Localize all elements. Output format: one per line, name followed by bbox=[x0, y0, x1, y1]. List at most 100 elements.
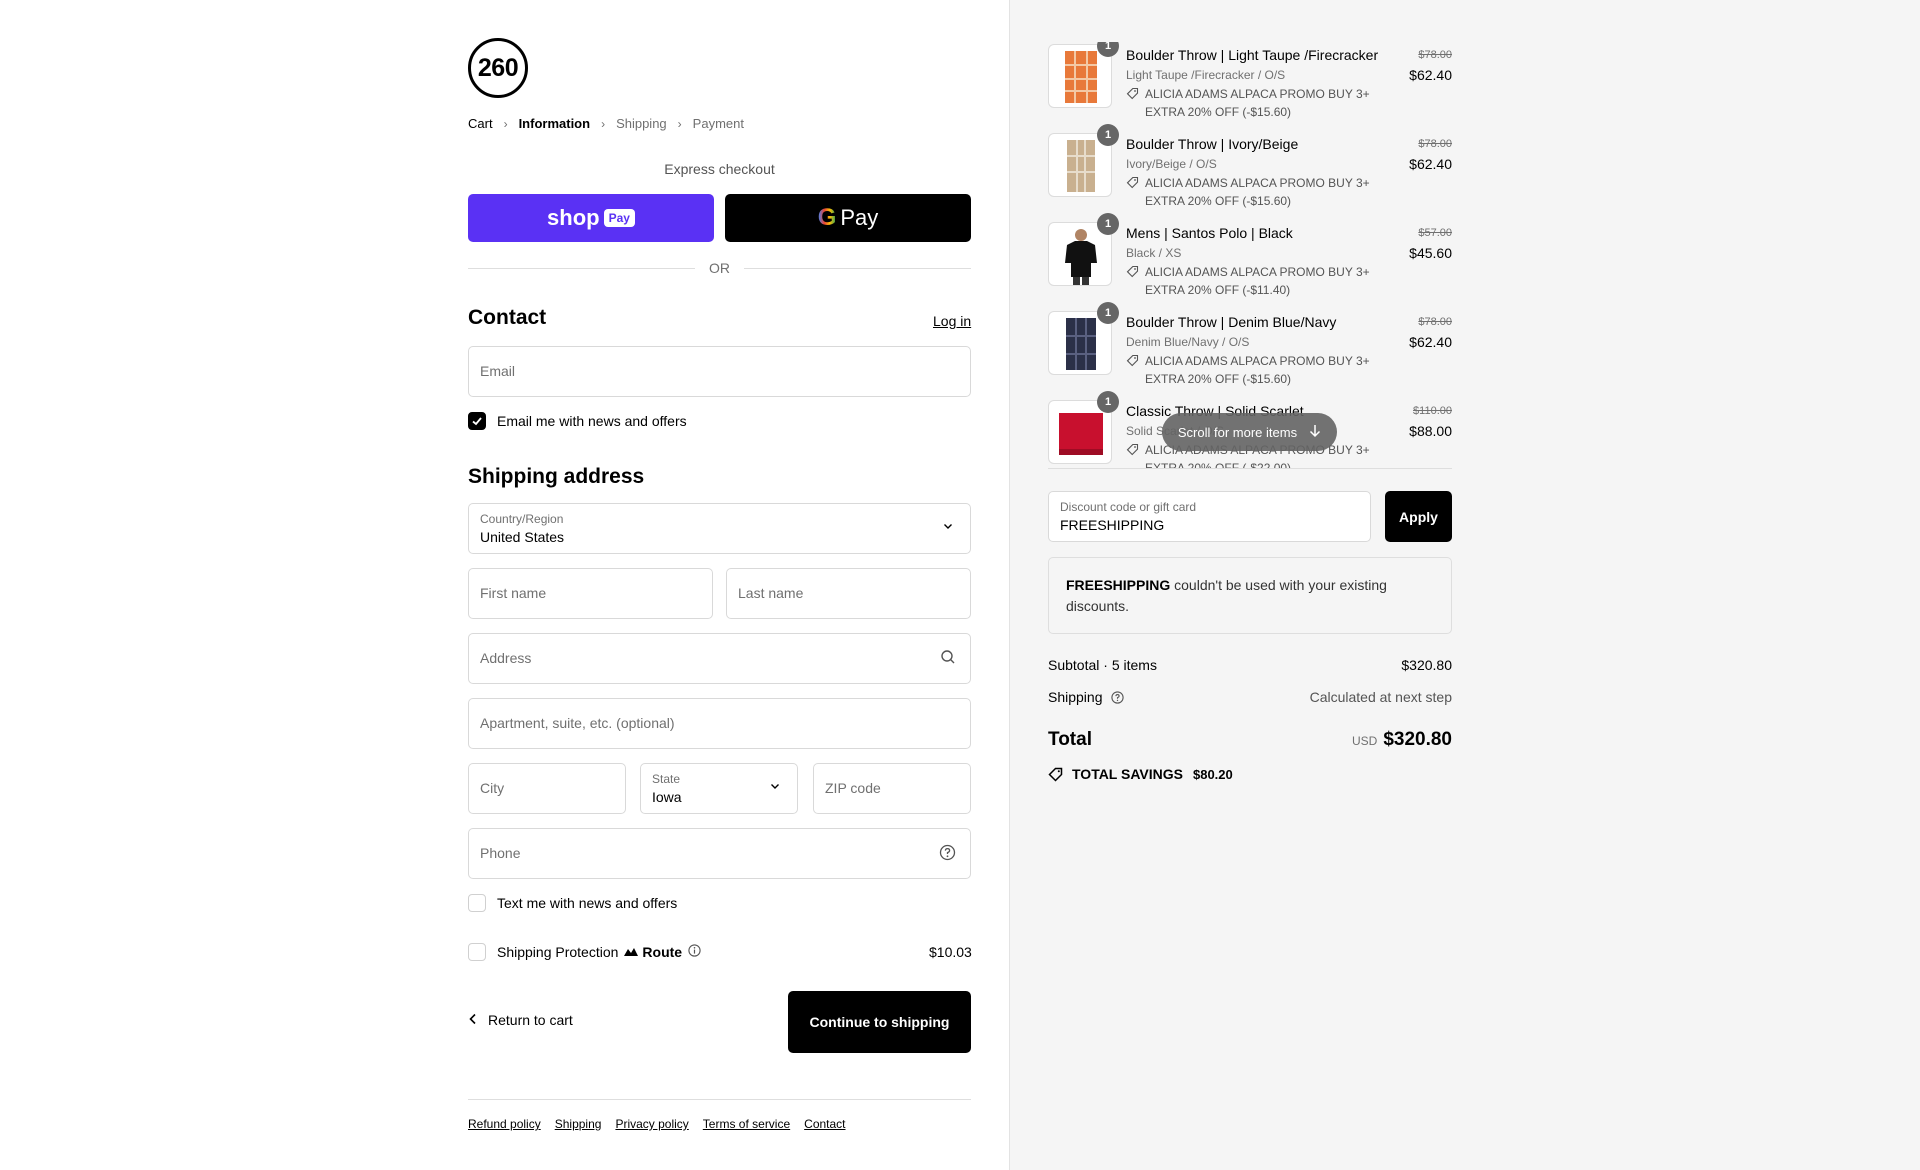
total-value: $320.80 bbox=[1383, 729, 1452, 750]
privacy-policy-link[interactable]: Privacy policy bbox=[615, 1117, 688, 1131]
chevron-left-icon bbox=[468, 1012, 478, 1028]
cart-item: 1 Boulder Throw | Ivory/Beige Ivory/Beig… bbox=[1048, 124, 1452, 211]
scroll-hint-text: Scroll for more items bbox=[1177, 424, 1298, 440]
phone-field[interactable]: Phone bbox=[468, 828, 971, 879]
original-price: $110.00 bbox=[1413, 405, 1452, 417]
chevron-right-icon: › bbox=[677, 116, 682, 131]
apply-discount-button[interactable]: Apply bbox=[1385, 491, 1452, 542]
breadcrumb-information: Information bbox=[518, 116, 591, 131]
text-news-row: Text me with news and offers bbox=[468, 894, 677, 912]
brand-logo[interactable]: 260 bbox=[468, 38, 528, 98]
currency-code: USD bbox=[1351, 734, 1378, 748]
discount-line-2: EXTRA 20% OFF (-$15.60) bbox=[1145, 105, 1292, 119]
quantity-badge: 1 bbox=[1097, 124, 1119, 146]
first-name-field[interactable]: First name bbox=[468, 568, 713, 619]
tag-icon bbox=[1126, 354, 1139, 367]
zip-placeholder: ZIP code bbox=[825, 780, 881, 796]
breadcrumb: Cart › Information › Shipping › Payment bbox=[468, 116, 744, 131]
last-name-field[interactable]: Last name bbox=[726, 568, 971, 619]
footer-links: Refund policy Shipping Privacy policy Te… bbox=[468, 1117, 860, 1131]
text-news-checkbox[interactable] bbox=[468, 894, 486, 912]
shop-pay-wordmark: shop bbox=[547, 205, 600, 230]
discount-line-2: EXTRA 20% OFF (-$22.00) bbox=[1145, 461, 1292, 468]
continue-to-shipping-button[interactable]: Continue to shipping bbox=[788, 991, 971, 1053]
item-discount: ALICIA ADAMS ALPACA PROMO BUY 3+ EXTRA 20… bbox=[1126, 174, 1370, 210]
email-placeholder: Email bbox=[480, 363, 516, 379]
discount-line-2: EXTRA 20% OFF (-$11.40) bbox=[1145, 283, 1291, 297]
discount-line-2: EXTRA 20% OFF (-$15.60) bbox=[1145, 372, 1292, 386]
item-variant: Ivory/Beige / O/S bbox=[1126, 157, 1217, 171]
cart-item: 1 Boulder Throw | Light Taupe /Firecrack… bbox=[1048, 42, 1452, 122]
return-to-cart-label: Return to cart bbox=[488, 1012, 573, 1028]
search-icon[interactable] bbox=[940, 649, 956, 670]
sale-price: $62.40 bbox=[1409, 156, 1452, 172]
discount-code-field[interactable]: Discount code or gift card FREESHIPPING bbox=[1048, 491, 1371, 542]
shipping-row: Shipping Calculated at next step bbox=[1048, 689, 1452, 705]
login-link[interactable]: Log in bbox=[933, 313, 971, 329]
first-name-placeholder: First name bbox=[480, 585, 547, 601]
shipping-value: Calculated at next step bbox=[1309, 689, 1452, 705]
discount-line-1: ALICIA ADAMS ALPACA PROMO BUY 3+ bbox=[1145, 87, 1370, 101]
country-select[interactable]: Country/Region United States bbox=[468, 503, 971, 554]
email-news-label: Email me with news and offers bbox=[497, 413, 687, 429]
or-text: OR bbox=[709, 260, 730, 276]
subtotal-label: Subtotal · 5 items bbox=[1048, 657, 1157, 673]
contact-link[interactable]: Contact bbox=[804, 1117, 845, 1131]
tag-icon bbox=[1126, 443, 1139, 456]
subtotal-row: Subtotal · 5 items $320.80 bbox=[1048, 657, 1452, 673]
state-select[interactable]: State Iowa bbox=[640, 763, 798, 814]
address-field[interactable]: Address bbox=[468, 633, 971, 684]
breadcrumb-cart[interactable]: Cart bbox=[468, 116, 493, 131]
quantity-badge: 1 bbox=[1097, 391, 1119, 413]
tag-icon bbox=[1126, 265, 1139, 278]
terms-of-service-link[interactable]: Terms of service bbox=[703, 1117, 790, 1131]
item-discount: ALICIA ADAMS ALPACA PROMO BUY 3+ EXTRA 20… bbox=[1126, 85, 1370, 121]
savings-label: TOTAL SAVINGS bbox=[1072, 766, 1183, 782]
scroll-for-more-button[interactable]: Scroll for more items bbox=[1162, 413, 1337, 451]
contact-heading: Contact bbox=[468, 306, 547, 329]
info-icon[interactable] bbox=[688, 944, 701, 960]
express-checkout-label: Express checkout bbox=[664, 161, 775, 177]
cart-items-list[interactable]: 1 Boulder Throw | Light Taupe /Firecrack… bbox=[1048, 42, 1452, 468]
google-pay-button[interactable]: G Pay bbox=[725, 194, 971, 242]
refund-policy-link[interactable]: Refund policy bbox=[468, 1117, 541, 1131]
chevron-down-icon bbox=[942, 520, 954, 535]
return-to-cart-link[interactable]: Return to cart bbox=[468, 1012, 573, 1028]
shipping-label: Shipping bbox=[1048, 689, 1103, 705]
cart-item: 1 Boulder Throw | Denim Blue/Navy Denim … bbox=[1048, 302, 1452, 389]
state-label: State bbox=[652, 772, 681, 786]
item-discount: ALICIA ADAMS ALPACA PROMO BUY 3+ EXTRA 20… bbox=[1126, 263, 1370, 299]
phone-placeholder: Phone bbox=[480, 845, 521, 861]
email-field[interactable]: Email bbox=[468, 346, 971, 397]
discount-value: FREESHIPPING bbox=[1060, 517, 1165, 533]
savings-value: $80.20 bbox=[1192, 766, 1233, 782]
item-variant: Black / XS bbox=[1126, 246, 1182, 260]
apartment-field[interactable]: Apartment, suite, etc. (optional) bbox=[468, 698, 971, 749]
discount-error-message: FREESHIPPING couldn't be used with your … bbox=[1048, 557, 1452, 634]
quantity-badge: 1 bbox=[1097, 213, 1119, 235]
arrow-down-icon bbox=[1309, 424, 1321, 441]
chevron-right-icon: › bbox=[601, 116, 606, 131]
logo-text: 260 bbox=[477, 53, 519, 82]
original-price: $57.00 bbox=[1418, 227, 1452, 239]
help-icon[interactable] bbox=[939, 844, 956, 866]
item-name: Mens | Santos Polo | Black bbox=[1126, 225, 1293, 241]
tag-icon bbox=[1048, 767, 1063, 782]
help-icon[interactable] bbox=[1110, 690, 1124, 704]
chevron-down-icon bbox=[769, 780, 781, 795]
original-price: $78.00 bbox=[1418, 316, 1452, 328]
zip-field[interactable]: ZIP code bbox=[813, 763, 971, 814]
google-g-icon: G bbox=[817, 204, 837, 231]
shipping-address-heading: Shipping address bbox=[468, 465, 645, 488]
item-name: Boulder Throw | Denim Blue/Navy bbox=[1126, 314, 1337, 330]
footer-divider bbox=[468, 1099, 971, 1100]
email-news-checkbox[interactable] bbox=[468, 412, 486, 430]
shipping-protection-price: $10.03 bbox=[929, 944, 972, 960]
cart-item: 1 Mens | Santos Polo | Black Black / XS … bbox=[1048, 213, 1452, 300]
shop-pay-badge: Pay bbox=[603, 209, 635, 227]
shipping-policy-link[interactable]: Shipping bbox=[555, 1117, 602, 1131]
shipping-protection-checkbox[interactable] bbox=[468, 943, 486, 961]
city-field[interactable]: City bbox=[468, 763, 626, 814]
shop-pay-button[interactable]: shop Pay bbox=[468, 194, 714, 242]
tag-icon bbox=[1126, 87, 1139, 100]
